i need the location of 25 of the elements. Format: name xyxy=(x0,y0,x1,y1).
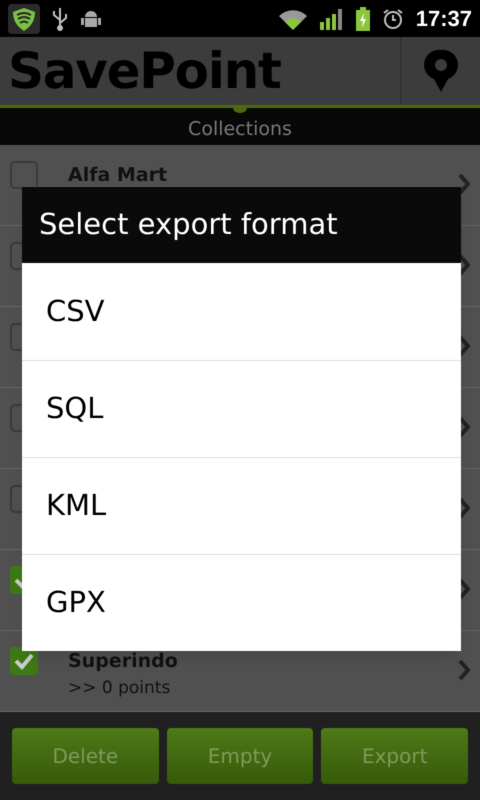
format-option[interactable]: CSV xyxy=(46,290,104,334)
format-option[interactable]: KML xyxy=(46,484,106,528)
alarm-icon xyxy=(382,8,404,30)
points-count: >> 0 points xyxy=(68,676,172,700)
clock-time: 17:37 xyxy=(416,5,472,33)
collection-name: Alfa Mart xyxy=(68,163,168,188)
app-logo: SavePoint xyxy=(8,46,281,96)
signal-icon xyxy=(320,8,344,30)
checkbox[interactable] xyxy=(10,647,38,675)
chevron-icon xyxy=(458,497,470,519)
chevron-icon xyxy=(458,173,470,195)
battery-icon xyxy=(356,6,370,30)
chevron-icon xyxy=(458,578,470,600)
map-pin-icon[interactable] xyxy=(424,49,458,93)
usb-icon xyxy=(52,6,68,32)
dialog-title: Select export format xyxy=(39,206,338,244)
chevron-icon xyxy=(458,416,470,438)
chevron-icon xyxy=(458,335,470,357)
format-option[interactable]: GPX xyxy=(46,581,106,625)
collection-name: Superindo xyxy=(68,649,179,674)
format-option[interactable]: SQL xyxy=(46,387,104,431)
chevron-icon xyxy=(458,659,470,681)
chevron-icon xyxy=(458,254,470,276)
shield-icon xyxy=(8,4,40,34)
wifi-icon xyxy=(278,8,308,30)
